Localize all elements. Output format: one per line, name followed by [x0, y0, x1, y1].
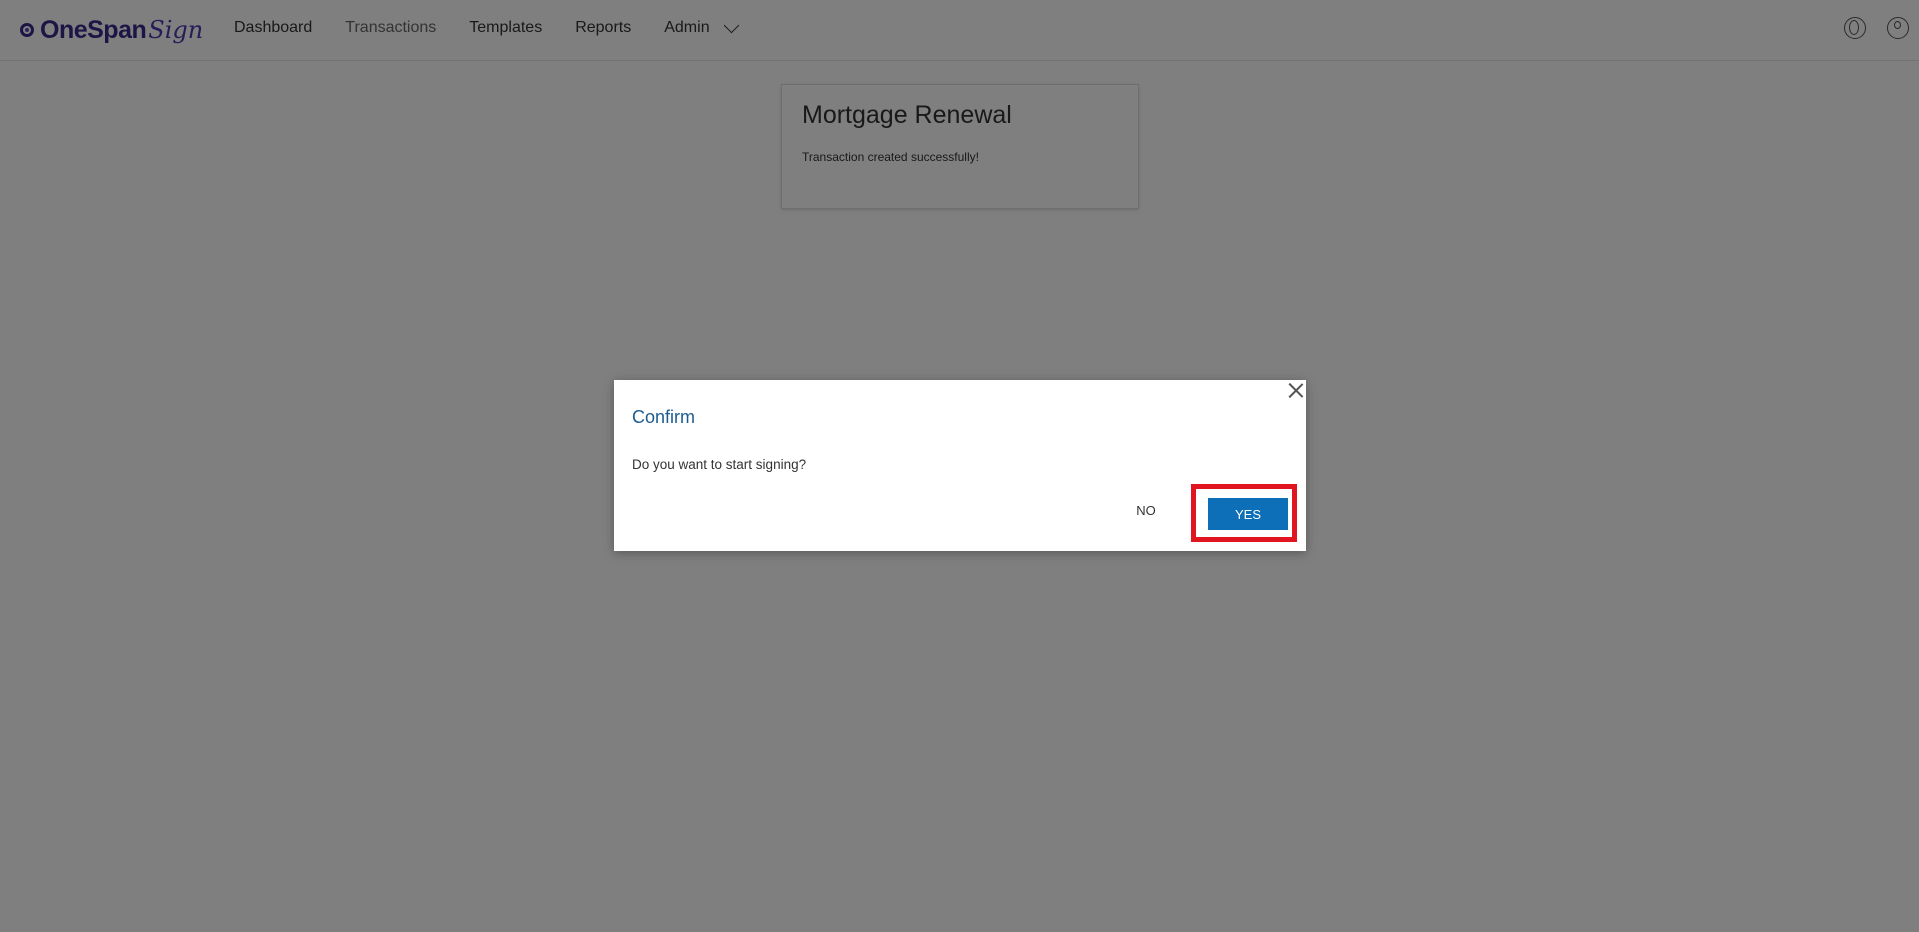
dialog-title: Confirm	[632, 407, 696, 427]
close-icon[interactable]	[1287, 381, 1305, 399]
confirm-dialog: Confirm Do you want to start signing? NO…	[614, 380, 1306, 551]
page: OneSpan Sign Dashboard Transactions Temp…	[0, 0, 1919, 932]
no-button[interactable]: NO	[1126, 497, 1166, 523]
dialog-message: Do you want to start signing?	[632, 457, 807, 472]
yes-button[interactable]: YES	[1208, 498, 1288, 530]
